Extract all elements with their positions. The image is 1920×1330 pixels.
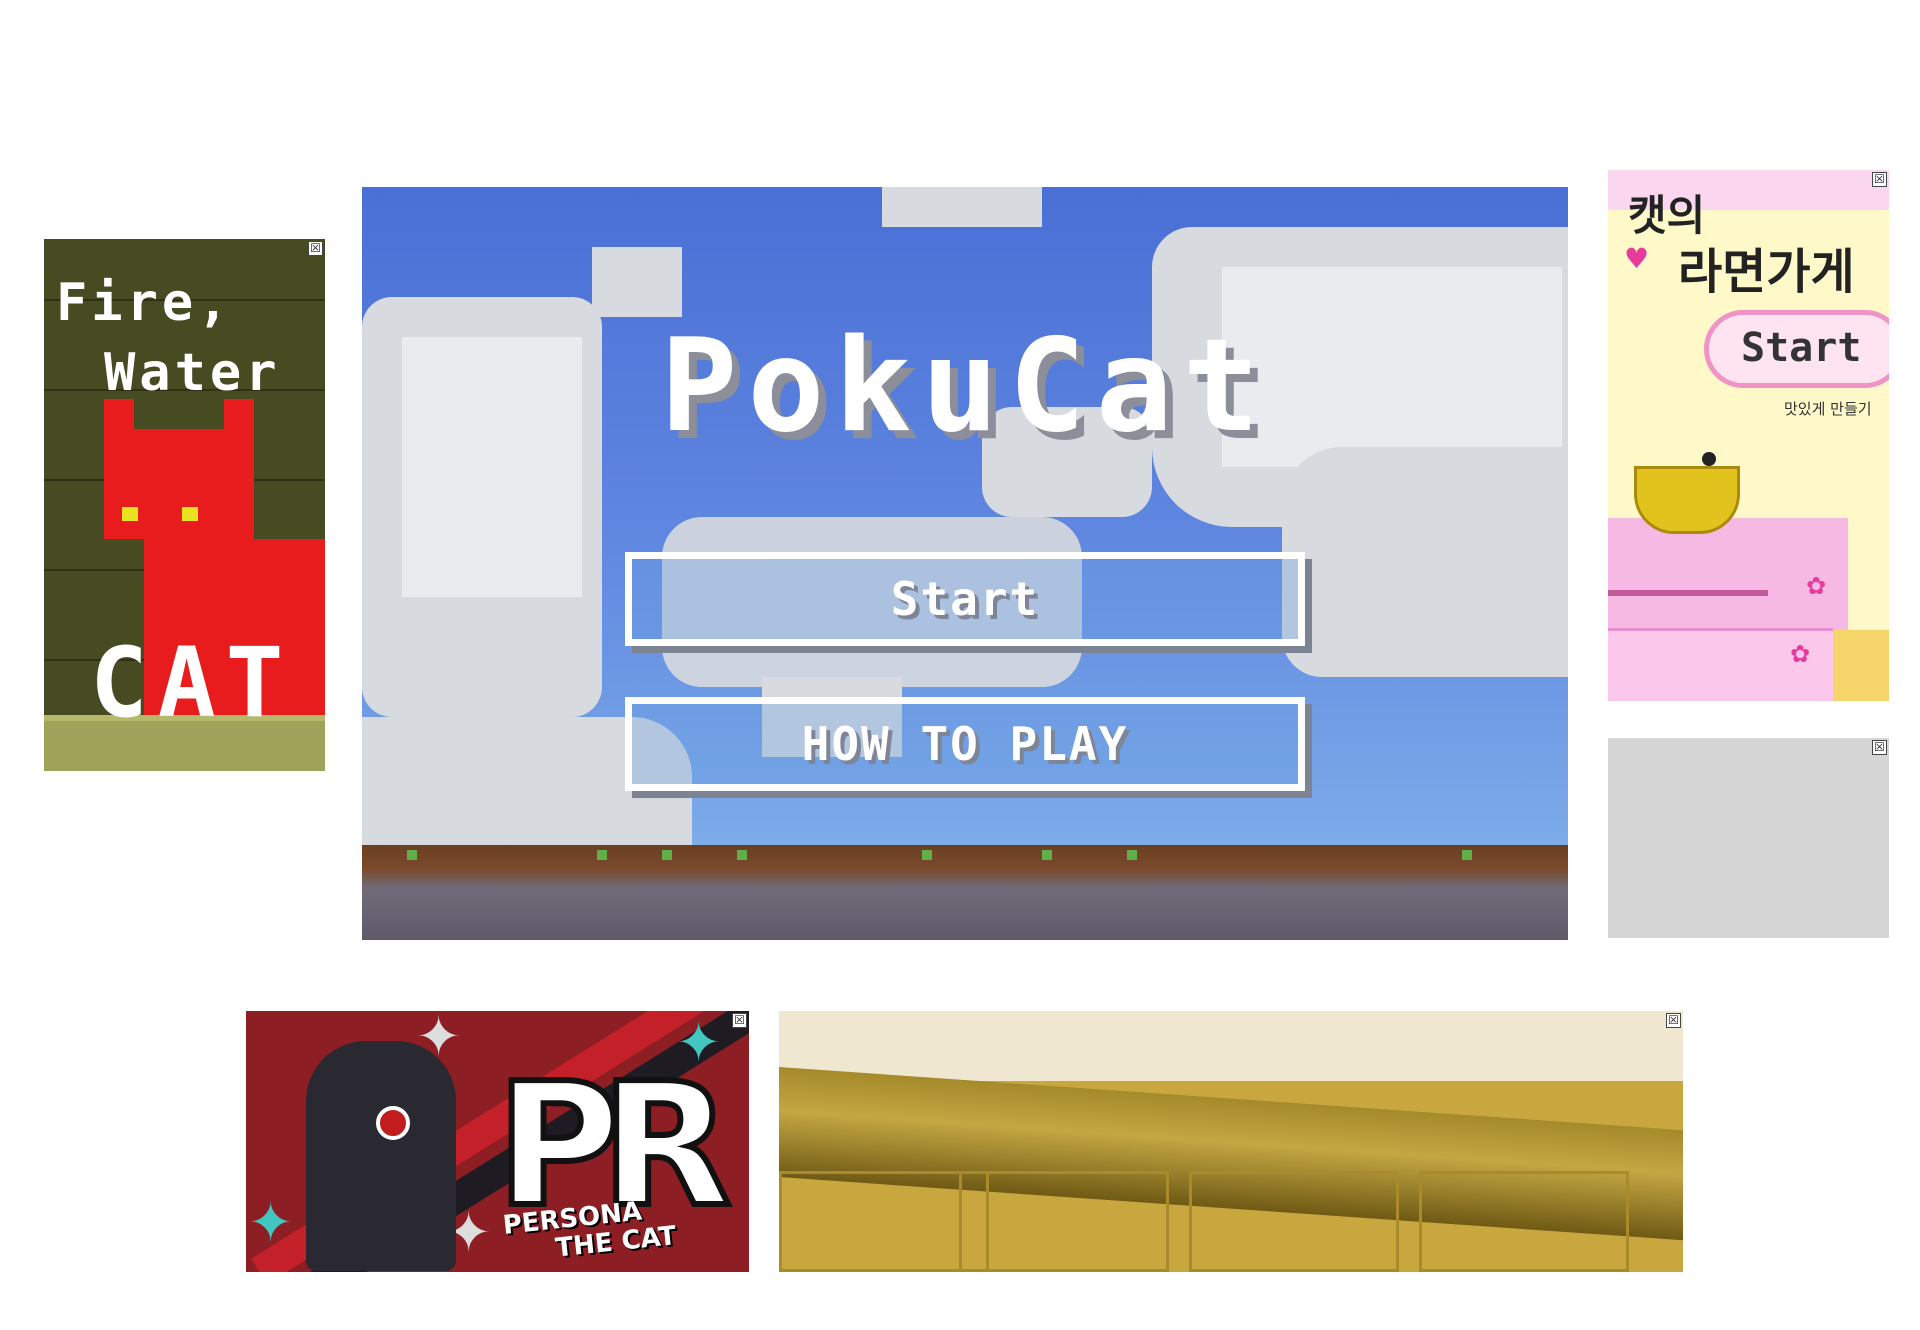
ramen-subtitle: 맛있게 만들기 (1784, 400, 1872, 418)
cat-eye (376, 1106, 410, 1140)
sprout (597, 850, 607, 860)
heart-icon: ♥ (1624, 242, 1650, 275)
close-ad-icon[interactable]: ☒ (308, 241, 323, 256)
star-icon: ✦ (248, 1191, 294, 1254)
sprout (737, 850, 747, 860)
empty-ad-slot[interactable]: ☒ (1608, 738, 1889, 938)
close-ad-icon[interactable]: ☒ (732, 1013, 747, 1028)
how-to-play-button[interactable]: HOW TO PLAY (625, 697, 1305, 791)
cat-ear-right (224, 399, 254, 434)
ramen-title-line-2: 라면가게 (1678, 244, 1855, 300)
close-ad-icon[interactable]: ☒ (1872, 172, 1887, 187)
bench-panel (959, 1171, 1169, 1272)
courtroom-ad[interactable]: ☒ (779, 1011, 1683, 1272)
floor-tile (1833, 630, 1889, 701)
game-title: PokuCat (660, 312, 1270, 461)
drawer-handle (1608, 590, 1768, 596)
pokucat-game-screen[interactable]: PokuCat Start HOW TO PLAY (362, 187, 1568, 940)
ad-title-cat: CAT (90, 627, 294, 739)
bench-panel (779, 1171, 989, 1272)
ground (362, 845, 1568, 940)
sprout (922, 850, 932, 860)
bench-panel (1189, 1171, 1399, 1272)
sprout (407, 850, 417, 860)
cat-eye-right (182, 507, 198, 521)
court-wall (779, 1011, 1683, 1081)
sprout (662, 850, 672, 860)
ad-title-line-2: Water (104, 343, 281, 403)
cat-ear-left (104, 399, 134, 434)
cat-eye-left (122, 507, 138, 521)
cat-character (306, 1041, 456, 1271)
start-button[interactable]: Start (625, 552, 1305, 646)
persona-the-cat-ad[interactable]: ✦ ✦ ✦ ✦ PR PERSONA THE CAT ☒ (246, 1011, 749, 1272)
ramen-shop-ad[interactable]: 캣의 ♥ 라면가게 Start 맛있게 만들기 ✿ ✿ ☒ (1608, 170, 1889, 701)
ad-title-line-1: Fire, (56, 273, 233, 333)
sprout (1042, 850, 1052, 860)
cat-head (104, 429, 254, 539)
close-ad-icon[interactable]: ☒ (1872, 740, 1887, 755)
pot-knob (1702, 452, 1716, 466)
sprout (1462, 850, 1472, 860)
bench-panel (1419, 1171, 1629, 1272)
pot-icon (1634, 466, 1740, 534)
fire-water-cat-ad[interactable]: Fire, Water CAT ☒ (44, 239, 325, 771)
flower-icon: ✿ (1806, 572, 1827, 600)
sprout (1127, 850, 1137, 860)
flower-icon: ✿ (1790, 640, 1811, 668)
ramen-start-button[interactable]: Start (1704, 310, 1889, 388)
close-ad-icon[interactable]: ☒ (1666, 1013, 1681, 1028)
